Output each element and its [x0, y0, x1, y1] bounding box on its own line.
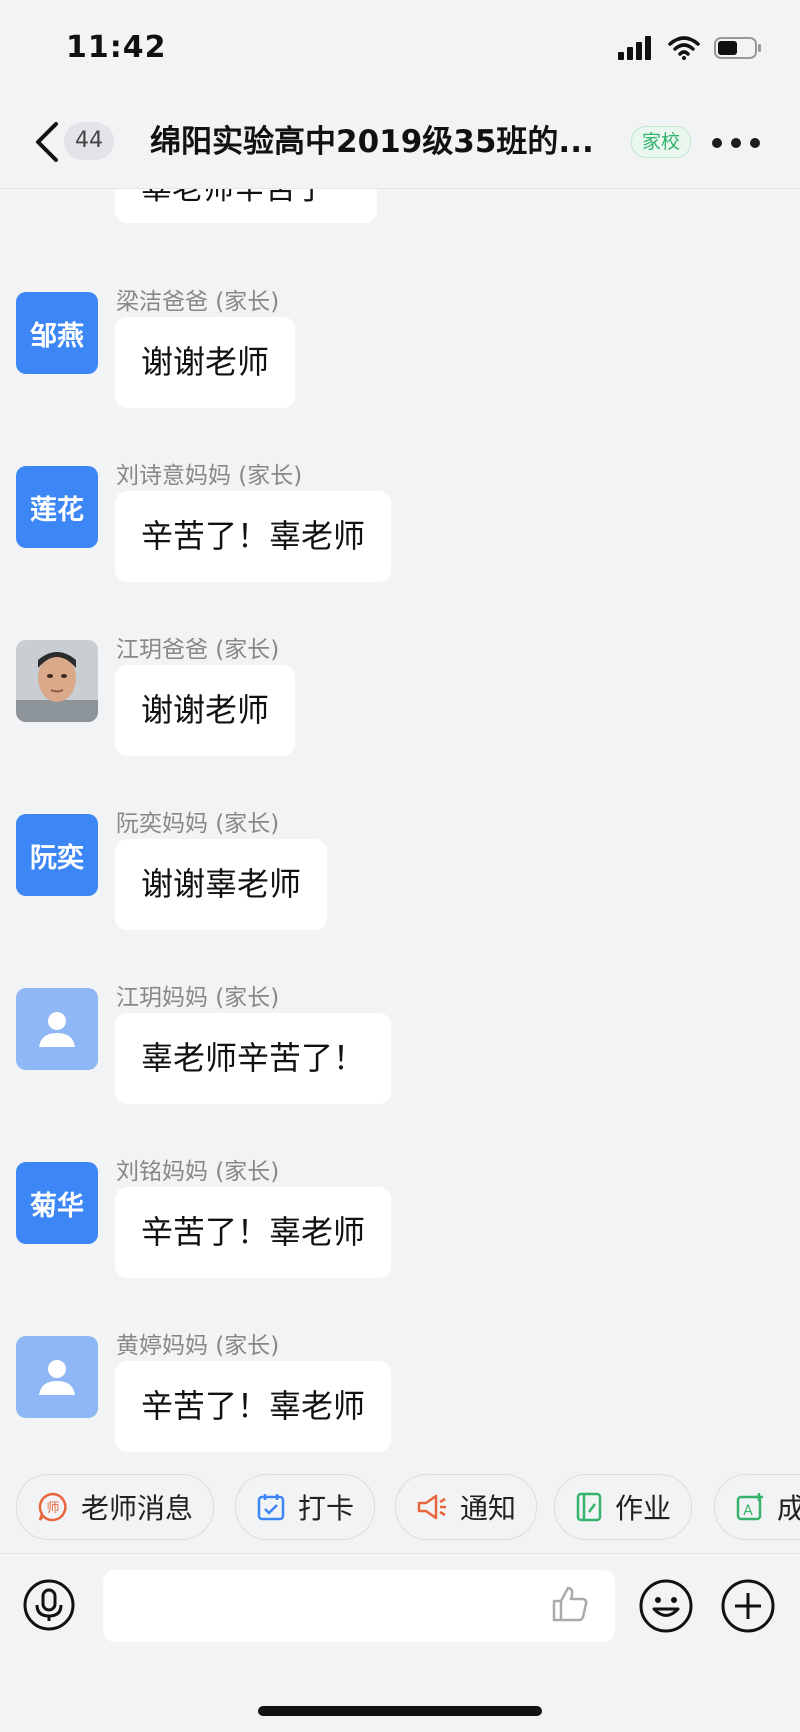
microphone-icon[interactable] [22, 1578, 76, 1632]
chat-header: 44 绵阳实验高中2019级35班的... 家校 [0, 100, 800, 189]
avatar[interactable]: 邹燕 [16, 292, 98, 374]
avatar[interactable]: 阮奕 [16, 814, 98, 896]
avatar[interactable] [16, 1336, 98, 1418]
status-time: 11:42 [66, 30, 167, 65]
quick-action-label: 打卡 [298, 1492, 355, 1525]
svg-text:师: 师 [46, 1501, 59, 1516]
avatar[interactable]: 菊华 [16, 1162, 98, 1244]
message-item: 菊华 刘铭妈妈 (家长) 辛苦了！辜老师 [0, 1152, 800, 1292]
sender-name: 刘诗意妈妈 (家长) [116, 463, 303, 489]
sender-name: 江玥妈妈 (家长) [116, 985, 280, 1011]
teacher-message-icon: 师 [38, 1492, 67, 1522]
quick-action-homework[interactable]: 作业 [554, 1474, 693, 1540]
message-item: 莲花 刘诗意妈妈 (家长) 辛苦了！辜老师 [0, 456, 800, 596]
message-text: 辜老师辛苦了 [141, 189, 327, 207]
homework-icon [576, 1492, 602, 1522]
home-school-tag: 家校 [631, 126, 692, 158]
quick-action-teacher-message[interactable]: 师 老师消息 [16, 1474, 215, 1540]
user-photo-icon [16, 640, 98, 722]
message-bubble[interactable]: 谢谢辜老师 [115, 839, 328, 930]
message-item: 阮奕 阮奕妈妈 (家长) 谢谢辜老师 [0, 804, 800, 944]
megaphone-icon [417, 1494, 446, 1520]
message-bubble[interactable]: 谢谢老师 [115, 317, 296, 408]
quick-action-label: 通知 [460, 1492, 517, 1525]
sender-name: 黄婷妈妈 (家长) [116, 1333, 280, 1359]
quick-action-label: 成 [777, 1492, 800, 1525]
message-bubble[interactable]: 谢谢老师 [115, 665, 296, 756]
message-bubble[interactable]: 辛苦了！辜老师 [115, 491, 392, 582]
message-input[interactable] [103, 1570, 615, 1642]
default-user-icon [39, 1012, 75, 1047]
check-in-icon [257, 1494, 285, 1521]
sender-name: 阮奕妈妈 (家长) [116, 811, 280, 837]
back-arrow-icon[interactable] [32, 120, 62, 164]
quick-action-notice[interactable]: 通知 [395, 1474, 538, 1540]
more-options-icon[interactable] [712, 138, 760, 148]
message-item: 江玥妈妈 (家长) 辜老师辛苦了！ [0, 978, 800, 1118]
quick-actions-bar: 师 老师消息 打卡 通知 作业 A 成 [0, 1474, 800, 1544]
sender-name: 刘铭妈妈 (家长) [116, 1159, 280, 1185]
chat-title[interactable]: 绵阳实验高中2019级35班的... [150, 120, 620, 164]
avatar[interactable] [16, 988, 98, 1070]
thumbs-up-icon[interactable] [550, 1584, 590, 1624]
default-user-icon [39, 1360, 75, 1395]
cellular-signal-icon [618, 36, 651, 60]
quick-action-grades[interactable]: A 成 [714, 1474, 800, 1540]
home-indicator[interactable] [258, 1706, 542, 1716]
quick-action-label: 作业 [615, 1492, 672, 1525]
message-list[interactable]: 辜老师辛苦了 邹燕 梁洁爸爸 (家长) 谢谢老师 莲花 刘诗意妈妈 (家长) 辛… [0, 189, 800, 1469]
unread-count-badge[interactable]: 44 [64, 122, 114, 160]
svg-text:A: A [743, 1503, 753, 1519]
status-icons [618, 36, 762, 60]
input-bar [0, 1553, 800, 1732]
emoji-icon[interactable] [638, 1578, 694, 1634]
message-bubble[interactable]: 辜老师辛苦了！ [115, 1013, 392, 1104]
quick-action-check-in[interactable]: 打卡 [235, 1474, 376, 1540]
avatar[interactable] [16, 640, 98, 722]
battery-icon [714, 37, 761, 59]
message-item: 邹燕 梁洁爸爸 (家长) 谢谢老师 [0, 282, 800, 422]
message-item: 江玥爸爸 (家长) 谢谢老师 [0, 630, 800, 770]
quick-action-label: 老师消息 [81, 1492, 194, 1525]
message-item: 黄婷妈妈 (家长) 辛苦了！辜老师 [0, 1326, 800, 1466]
message-bubble[interactable]: 辜老师辛苦了 [115, 189, 377, 223]
sender-name: 江玥爸爸 (家长) [116, 637, 280, 663]
message-bubble[interactable]: 辛苦了！辜老师 [115, 1361, 392, 1452]
plus-icon[interactable] [720, 1578, 776, 1634]
status-bar: 11:42 [0, 0, 800, 100]
grade-icon: A [736, 1493, 763, 1521]
avatar[interactable]: 莲花 [16, 466, 98, 548]
wifi-icon [668, 36, 700, 60]
message-bubble[interactable]: 辛苦了！辜老师 [115, 1187, 392, 1278]
sender-name: 梁洁爸爸 (家长) [116, 289, 280, 315]
